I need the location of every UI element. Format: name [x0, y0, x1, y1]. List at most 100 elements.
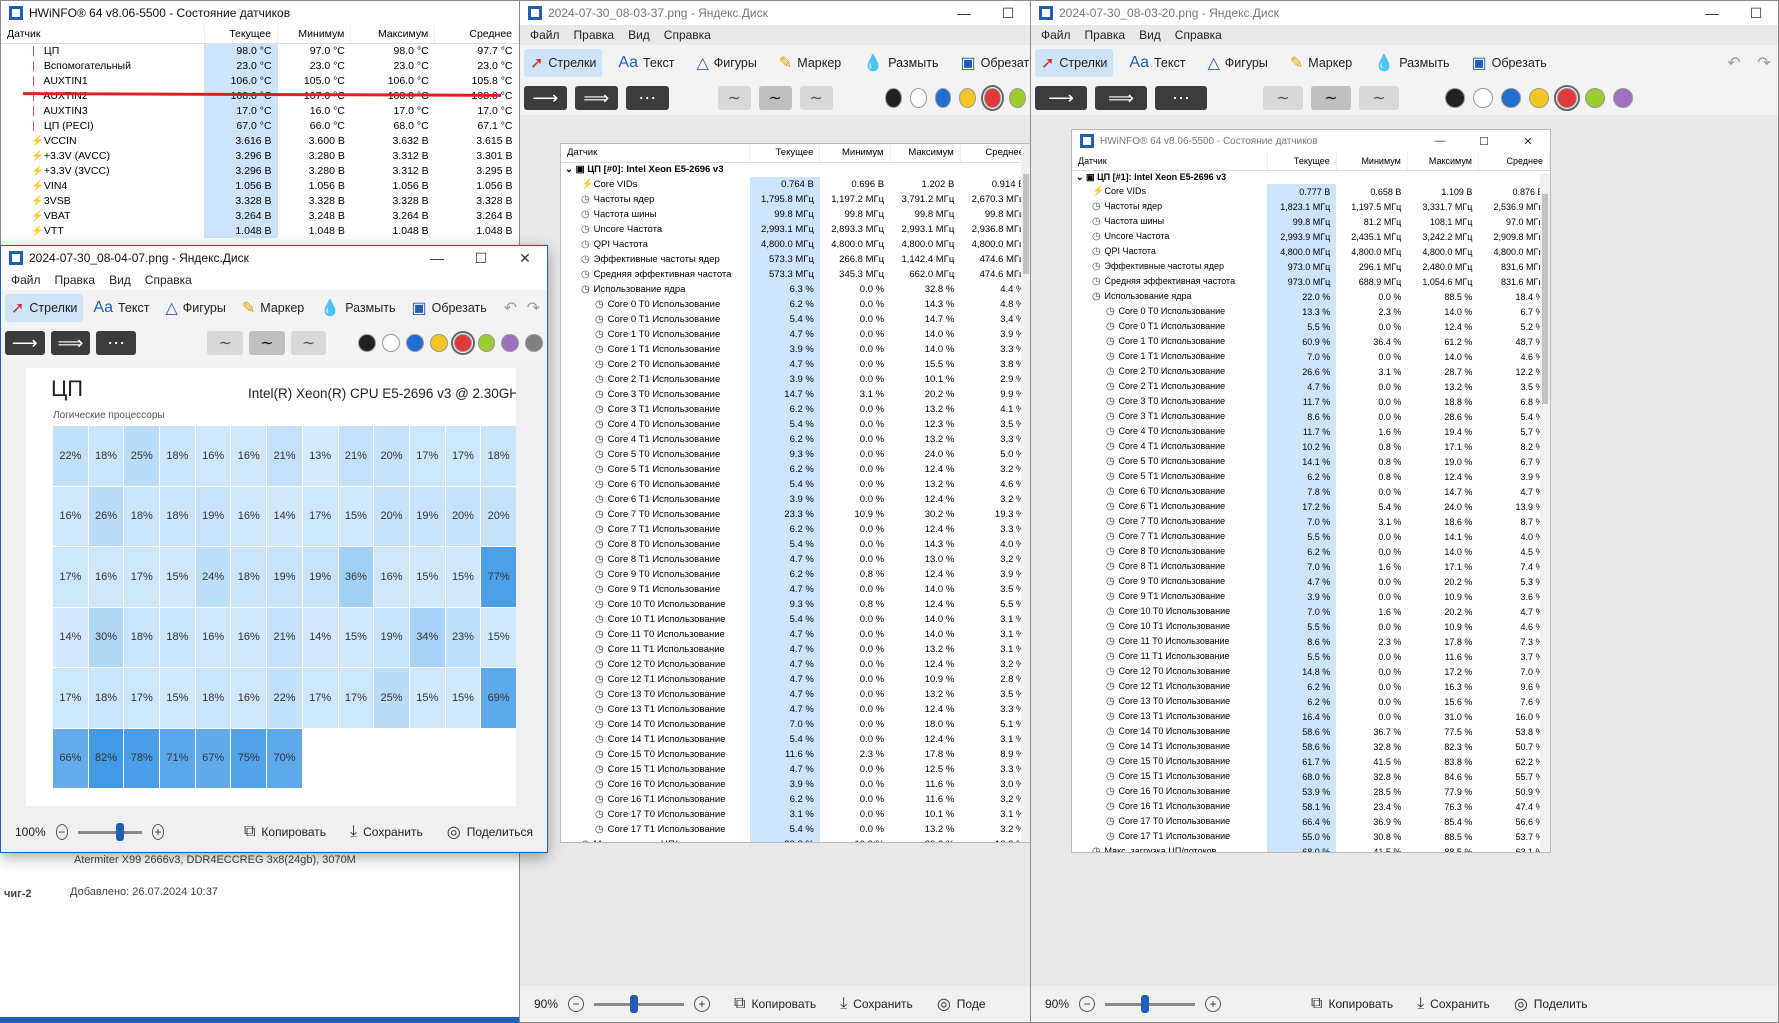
table-row[interactable]: ◷ Core 0 T0 Использование 6.2 % 0.0 % 14.3 …	[561, 297, 1030, 312]
table-row[interactable]: ◷ Core 15 T0 Использование 11.6 % 2.3 % 17.…	[561, 747, 1030, 762]
v3-share-button[interactable]: ◎ Поделить	[1514, 994, 1588, 1014]
color-red[interactable]	[450, 331, 475, 355]
table-row[interactable]: ◷ Core 4 T1 Использование 6.2 % 0.0 % 13.2 …	[561, 432, 1030, 447]
table-row[interactable]: ◷ Core 3 T1 Использование 8.6 % 0.0 % 28.6 …	[1072, 409, 1550, 424]
v3-save-button[interactable]: ⤓ Сохранить	[1417, 995, 1490, 1013]
v3-zoom-slider[interactable]	[1105, 994, 1196, 1013]
arrow-style-1[interactable]: ⟶	[524, 86, 567, 110]
menu-file[interactable]: Файл	[1041, 28, 1071, 42]
table-row[interactable]: ◷ Частоты ядер 1,795.8 МГц 1,197.2 МГц 3,79…	[561, 192, 1030, 207]
arrow-style-3[interactable]: ⋯	[96, 331, 136, 355]
tool-shapes[interactable]: △ Фигуры	[1201, 49, 1273, 77]
table-row[interactable]: ◷ Core 17 T1 Использование 55.0 % 30.8 % 88…	[1072, 829, 1550, 844]
table-row[interactable]: ◷ Частота шины 99.8 МГц 99.8 МГц 99.8 МГц 99…	[561, 207, 1030, 222]
table-row[interactable]: ◷ Core 10 T1 Использование 5.5 % 0.0 % 10.9…	[1072, 619, 1550, 634]
zoom-in-icon[interactable]: +	[694, 996, 711, 1012]
line-medium[interactable]: ∼	[1311, 86, 1351, 110]
table-row[interactable]: ◷ Core 12 T1 Использование 6.2 % 0.0 % 16.3…	[1072, 679, 1550, 694]
v2-share-button[interactable]: ◎ Поде	[937, 994, 986, 1014]
table-row[interactable]: ⚡ Core VIDs 0.777 В 0.658 В 1.109 В 0.876 В	[1072, 184, 1550, 199]
table-row[interactable]: ◷ QPI Частота 4,800.0 МГц 4,800.0 МГц 4,800…	[561, 237, 1030, 252]
col-current[interactable]: Текущее	[204, 25, 279, 44]
table-row[interactable]: ⚡ VIN4 1.056 В 1.056 В 1.056 В 1.056 В	[1, 178, 519, 193]
table-row[interactable]: ◷ Core 2 T0 Использование 4.7 % 0.0 % 15.5 …	[561, 357, 1030, 372]
arrow-style-2[interactable]: ⟹	[574, 86, 618, 110]
table-row[interactable]: ◷ Core 7 T0 Использование 23.3 % 10.9 % 30.…	[561, 507, 1030, 522]
table-row[interactable]: ◷ Core 9 T1 Использование 4.7 % 0.0 % 14.0 …	[561, 582, 1030, 597]
table-row[interactable]: ◷ Core 14 T1 Использование 58.6 % 32.8 % 82…	[1072, 739, 1550, 754]
zoom-out-icon[interactable]: −	[55, 824, 68, 840]
color-green[interactable]	[1585, 88, 1605, 108]
zoom-in-icon[interactable]: +	[151, 824, 164, 840]
table-row[interactable]: ◷ Core 8 T1 Использование 4.7 % 0.0 % 13.0 …	[561, 552, 1030, 567]
color-white[interactable]	[909, 88, 927, 108]
table-row[interactable]: ◷ Core 11 T0 Использование 8.6 % 2.3 % 17.8…	[1072, 634, 1550, 649]
table-row[interactable]: ◷ Core 13 T0 Использование 6.2 % 0.0 % 15.6…	[1072, 694, 1550, 709]
tool-crop[interactable]: ▣ Обрезать	[405, 294, 492, 322]
table-row[interactable]: ◷ Core 14 T0 Использование 7.0 % 0.0 % 18.0…	[561, 717, 1030, 732]
table-row[interactable]: ⚡ VBAT 3.264 В 3.248 В 3.264 В 3.264 В	[1, 208, 519, 223]
tool-shapes[interactable]: △ Фигуры	[690, 49, 762, 77]
table-row[interactable]: ◷ Core 11 T0 Использование 4.7 % 0.0 % 14.0…	[561, 627, 1030, 642]
arrow-style-1[interactable]: ⟶	[1035, 86, 1087, 110]
minimize-icon[interactable]: —	[1690, 5, 1734, 21]
color-red[interactable]	[1554, 85, 1580, 111]
tool-text[interactable]: Aa Текст	[612, 50, 680, 76]
table-row[interactable]: ◷ Core 8 T0 Использование 6.2 % 0.0 % 14.0 …	[1072, 544, 1550, 559]
tool-crop[interactable]: ▣ Обрезать	[1465, 49, 1552, 77]
arrow-style-2[interactable]: ⟹	[1095, 86, 1147, 110]
table-row[interactable]: ◷ Средняя эффективная частота 573.3 МГц 34…	[561, 267, 1030, 282]
table-row[interactable]: ◷ Core 8 T1 Использование 7.0 % 1.6 % 17.1 …	[1072, 559, 1550, 574]
close-icon[interactable]: ✕	[503, 250, 547, 267]
viewer1-titlebar[interactable]: 2024-07-30_08-04-07.png - Яндекс.Диск — …	[1, 246, 547, 270]
table-row[interactable]: ◷ Core 12 T1 Использование 4.7 % 0.0 % 10.9…	[561, 672, 1030, 687]
table-row[interactable]: ◷ Core 12 T0 Использование 14.8 % 0.0 % 17.…	[1072, 664, 1550, 679]
table-row[interactable]: ◷ Частота шины 99.8 МГц 81.2 МГц 108.1 МГц 9…	[1072, 214, 1550, 229]
menu-edit[interactable]: Правка	[55, 273, 96, 287]
v3-scrollbar[interactable]	[1540, 174, 1550, 852]
table-row[interactable]: ◷ Core 16 T1 Использование 58.1 % 23.4 % 76…	[1072, 799, 1550, 814]
table-row[interactable]: ◷ Core 10 T1 Использование 5.4 % 0.0 % 14.0…	[561, 612, 1030, 627]
hwinfo-titlebar[interactable]: HWiNFO® 64 v8.06-5500 - Состояние датчик…	[1, 1, 519, 25]
col-min[interactable]: Минимум	[277, 25, 352, 44]
arrow-style-3[interactable]: ⋯	[625, 86, 669, 110]
table-row[interactable]: ◷ Core 8 T0 Использование 5.4 % 0.0 % 14.3 …	[561, 537, 1030, 552]
line-thick[interactable]: ∼	[1359, 86, 1399, 110]
line-medium[interactable]: ∼	[758, 86, 792, 110]
tool-blur[interactable]: 💧 Размыть	[1368, 49, 1455, 77]
tool-text[interactable]: Aa Текст	[1123, 50, 1191, 76]
zoom-out-icon[interactable]: −	[568, 996, 585, 1012]
table-row[interactable]: ◷ Core 5 T1 Использование 6.2 % 0.8 % 12.4 …	[1072, 469, 1550, 484]
table-row[interactable]: ◷ Core 10 T0 Использование 7.0 % 1.6 % 20.2…	[1072, 604, 1550, 619]
table-row[interactable]: ◷ Core 17 T0 Использование 3.1 % 0.0 % 10.1…	[561, 807, 1030, 822]
table-row[interactable]: ◷ Core 9 T1 Использование 3.9 % 0.0 % 10.9 …	[1072, 589, 1550, 604]
table-row[interactable]: ◷ Эффективные частоты ядер 573.3 МГц 266.8…	[561, 252, 1030, 267]
table-row[interactable]: ◷ Средняя эффективная частота 973.0 МГц 68…	[1072, 274, 1550, 289]
arrow-style-3[interactable]: ⋯	[1155, 86, 1207, 110]
line-thick[interactable]: ∼	[290, 331, 327, 355]
color-gray[interactable]	[525, 334, 544, 352]
tool-text[interactable]: Aa Текст	[87, 295, 155, 321]
arrow-style-1[interactable]: ⟶	[5, 331, 45, 355]
table-row[interactable]: ⚡ +3.3V (3VCC) 3.296 В 3.280 В 3.312 В 3.295…	[1, 163, 519, 178]
table-row[interactable]: ◷ Core 9 T0 Использование 4.7 % 0.0 % 20.2 …	[1072, 574, 1550, 589]
table-row[interactable]: ◷ Core 7 T1 Использование 6.2 % 0.0 % 12.4 …	[561, 522, 1030, 537]
line-thick[interactable]: ∼	[799, 86, 833, 110]
table-row[interactable]: ⚡ VCCIN 3.616 В 3.600 В 3.632 В 3.615 В	[1, 133, 519, 148]
tool-blur[interactable]: 💧 Размыть	[314, 294, 401, 322]
menu-edit[interactable]: Правка	[574, 28, 615, 42]
table-row[interactable]: ◷ Core 6 T0 Использование 7.8 % 0.0 % 14.7 …	[1072, 484, 1550, 499]
color-blue[interactable]	[1501, 88, 1521, 108]
undo-icon[interactable]: ↶	[501, 298, 520, 318]
table-row[interactable]: ◷ Core 16 T0 Использование 3.9 % 0.0 % 11.6…	[561, 777, 1030, 792]
color-blue[interactable]	[405, 334, 424, 352]
color-green[interactable]	[1009, 88, 1026, 108]
minimize-icon[interactable]: —	[415, 250, 459, 266]
tool-arrows[interactable]: ➚ Стрелки	[5, 294, 84, 322]
viewer3-titlebar[interactable]: 2024-07-30_08-03-20.png - Яндекс.Диск — …	[1031, 1, 1778, 25]
table-row[interactable]: ◷ Core 6 T1 Использование 17.2 % 5.4 % 24.0…	[1072, 499, 1550, 514]
table-row[interactable]: ◷ Core 3 T0 Использование 14.7 % 3.1 % 20.2…	[561, 387, 1030, 402]
table-row[interactable]: ◷ Core 5 T0 Использование 14.1 % 0.8 % 19.0…	[1072, 454, 1550, 469]
v2-copy-button[interactable]: ⧉ Копировать	[734, 995, 816, 1013]
table-row[interactable]: ◷ Core 17 T0 Использование 66.4 % 36.9 % 85…	[1072, 814, 1550, 829]
